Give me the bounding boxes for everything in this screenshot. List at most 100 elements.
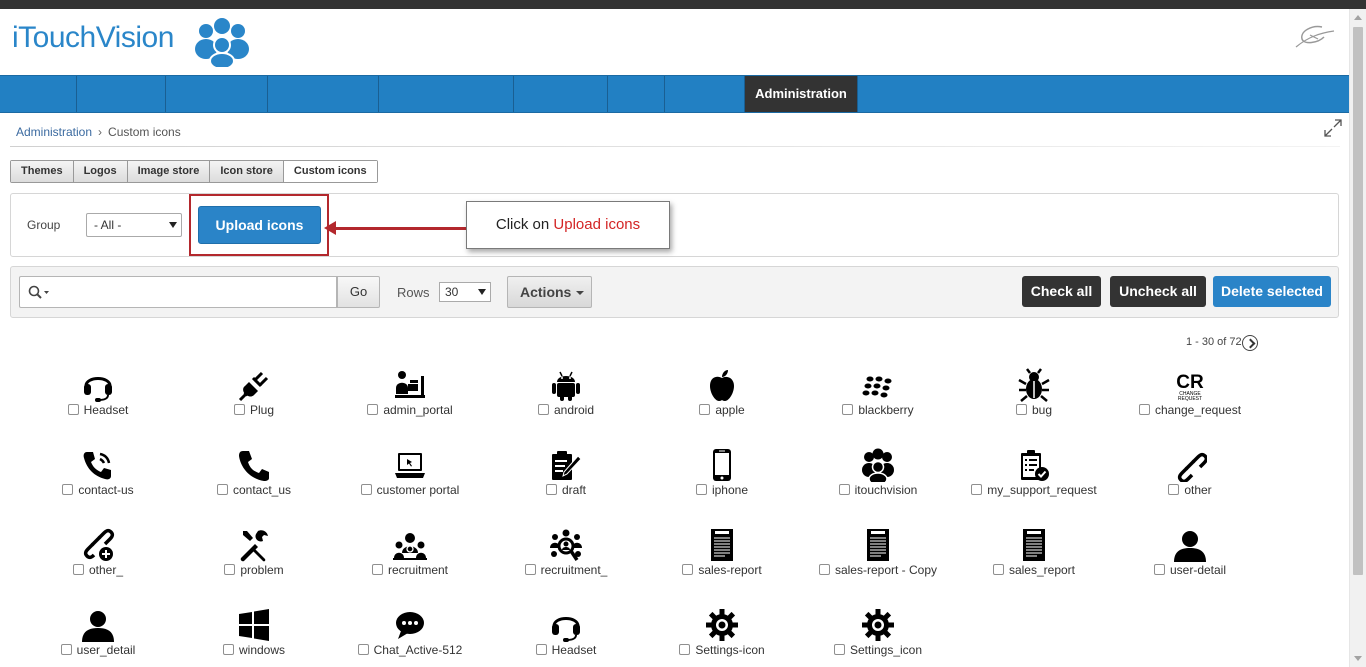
nav-item-6[interactable] [514,76,608,112]
laptop-icon[interactable] [393,448,427,482]
icon-checkbox[interactable] [695,484,707,495]
pager-next-icon[interactable] [1242,335,1258,351]
phone-icon[interactable] [237,448,271,482]
iphone-icon[interactable] [705,448,739,482]
icon-checkbox[interactable] [838,484,850,495]
icon-checkbox[interactable] [360,484,372,495]
tools-icon[interactable] [237,528,271,562]
page-scrollbar[interactable] [1349,9,1366,667]
icon-checkbox[interactable] [833,644,845,655]
nav-item-5[interactable] [379,76,514,112]
icon-tile[interactable]: Headset [488,608,644,667]
recruitment-search-icon[interactable] [549,528,583,562]
icon-checkbox[interactable] [682,564,694,575]
icon-checkbox[interactable] [60,644,72,655]
icon-checkbox[interactable] [971,484,983,495]
icon-tile[interactable]: itouchvision [800,448,956,528]
tab-image-store[interactable]: Image store [127,161,211,182]
admin-portal-icon[interactable] [393,368,427,402]
icon-tile[interactable]: contact_us [176,448,332,528]
icon-checkbox[interactable] [1153,564,1165,575]
icon-checkbox[interactable] [367,404,379,415]
nav-item-1[interactable] [0,76,77,112]
icon-tile[interactable]: windows [176,608,332,667]
icon-tile[interactable]: bug [956,368,1112,448]
upload-icons-button[interactable]: Upload icons [198,206,321,244]
android-icon[interactable] [549,368,583,402]
report-icon[interactable] [705,528,739,562]
icon-tile[interactable]: CR CHANGE REQUEST change_request [1112,368,1268,448]
recruitment-icon[interactable] [393,528,427,562]
nav-item-8[interactable] [665,76,745,112]
gear-icon[interactable] [705,608,739,642]
change-request-icon[interactable]: CRCHANGEREQUEST [1173,368,1207,402]
scroll-up-icon[interactable] [1354,15,1362,20]
expand-icon[interactable] [1323,118,1343,138]
icon-tile[interactable]: Settings_icon [800,608,956,667]
delete-selected-button[interactable]: Delete selected [1213,276,1331,307]
icon-checkbox[interactable] [72,564,84,575]
report-icon[interactable] [1017,528,1051,562]
icon-checkbox[interactable] [1168,484,1180,495]
chat-icon[interactable] [393,608,427,642]
icon-tile[interactable]: Settings-icon [644,608,800,667]
rows-select[interactable]: 30 [439,282,491,302]
windows-icon[interactable] [237,608,271,642]
icon-checkbox[interactable] [216,484,228,495]
icon-tile[interactable]: iphone [644,448,800,528]
tab-icon-store[interactable]: Icon store [210,161,284,182]
icon-tile[interactable]: sales_report [956,528,1112,608]
icon-checkbox[interactable] [222,644,234,655]
icon-tile[interactable]: sales-report [644,528,800,608]
bug-icon[interactable] [1017,368,1051,402]
icon-tile[interactable]: Headset [20,368,176,448]
icon-tile[interactable]: other [1112,448,1268,528]
icon-checkbox[interactable] [679,644,691,655]
link-plus-icon[interactable] [81,528,115,562]
icon-tile[interactable]: Plug [176,368,332,448]
icon-tile[interactable]: problem [176,528,332,608]
icon-checkbox[interactable] [1138,404,1150,415]
blackberry-icon[interactable] [861,368,895,402]
people-group-icon[interactable] [861,448,895,482]
icon-tile[interactable]: customer portal [332,448,488,528]
icon-tile[interactable]: user-detail [1112,528,1268,608]
group-select[interactable]: - All - [86,213,182,237]
icon-checkbox[interactable] [842,404,854,415]
nav-item-3[interactable] [166,76,268,112]
icon-tile[interactable]: other_ [20,528,176,608]
tab-logos[interactable]: Logos [73,161,128,182]
icon-checkbox[interactable] [62,484,74,495]
icon-checkbox[interactable] [371,564,383,575]
icon-tile[interactable]: recruitment [332,528,488,608]
clipboard-check-icon[interactable] [1017,448,1051,482]
icon-tile[interactable]: my_support_request [956,448,1112,528]
icon-checkbox[interactable] [699,404,711,415]
icon-checkbox[interactable] [992,564,1004,575]
icon-tile[interactable]: apple [644,368,800,448]
breadcrumb-administration-link[interactable]: Administration [16,125,92,139]
icon-tile[interactable]: admin_portal [332,368,488,448]
icon-tile[interactable]: sales-report - Copy [800,528,956,608]
icon-tile[interactable]: draft [488,448,644,528]
report-icon[interactable] [861,528,895,562]
icon-tile[interactable]: android [488,368,644,448]
phone-ring-icon[interactable] [81,448,115,482]
uncheck-all-button[interactable]: Uncheck all [1110,276,1206,307]
actions-button[interactable]: Actions [507,276,592,308]
check-all-button[interactable]: Check all [1022,276,1101,307]
nav-item-administration[interactable]: Administration [745,76,858,112]
plug-icon[interactable] [237,368,271,402]
headset-icon[interactable] [81,368,115,402]
draft-icon[interactable] [549,448,583,482]
gear-icon[interactable] [861,608,895,642]
scroll-down-icon[interactable] [1354,656,1362,661]
search-input[interactable] [19,276,337,308]
user-icon[interactable] [1173,528,1207,562]
icon-tile[interactable]: blackberry [800,368,956,448]
apple-icon[interactable] [705,368,739,402]
link-icon[interactable] [1173,448,1207,482]
icon-checkbox[interactable] [224,564,236,575]
nav-item-7[interactable] [608,76,665,112]
icon-checkbox[interactable] [357,644,369,655]
